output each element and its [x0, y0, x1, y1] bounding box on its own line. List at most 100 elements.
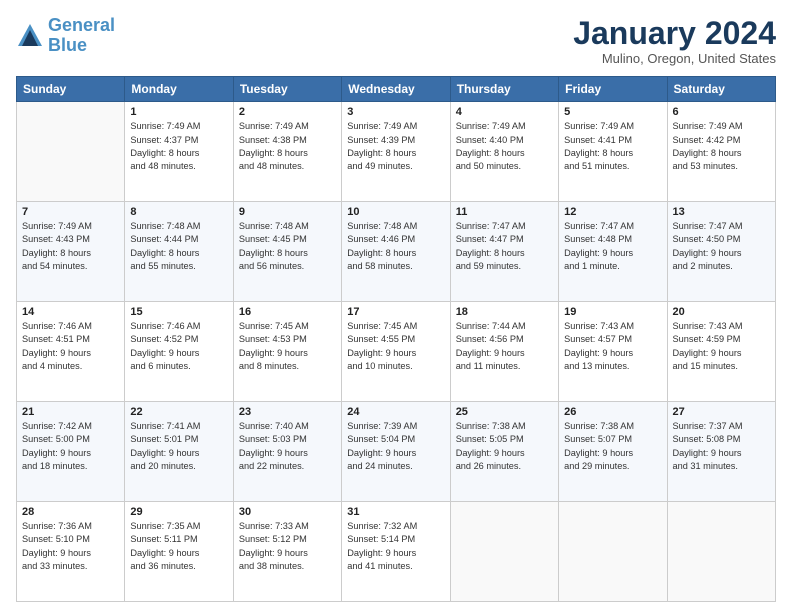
calendar-week-2: 7 Sunrise: 7:49 AMSunset: 4:43 PMDaylight…	[17, 202, 776, 302]
calendar-cell: 17 Sunrise: 7:45 AMSunset: 4:55 PMDayligh…	[342, 302, 450, 402]
logo-text: General Blue	[48, 16, 115, 56]
calendar-week-4: 21Sunrise: 7:42 AMSunset: 5:00 PMDayligh…	[17, 402, 776, 502]
day-info: Sunrise: 7:43 AMSunset: 4:59 PMDaylight:…	[673, 320, 770, 373]
day-number: 12	[564, 206, 661, 218]
day-number: 15	[130, 306, 227, 318]
day-info: Sunrise: 7:49 AMSunset: 4:40 PMDaylight:…	[456, 120, 553, 173]
day-header-monday: Monday	[125, 77, 233, 102]
calendar-cell: 30Sunrise: 7:33 AMSunset: 5:12 PMDayligh…	[233, 502, 341, 602]
logo-icon	[16, 22, 44, 50]
day-header-thursday: Thursday	[450, 77, 558, 102]
calendar-cell: 29Sunrise: 7:35 AMSunset: 5:11 PMDayligh…	[125, 502, 233, 602]
day-number: 17	[347, 306, 444, 318]
day-info: Sunrise: 7:36 AMSunset: 5:10 PMDaylight:…	[22, 520, 119, 573]
calendar-week-1: 1 Sunrise: 7:49 AMSunset: 4:37 PMDaylight…	[17, 102, 776, 202]
day-info: Sunrise: 7:48 AMSunset: 4:46 PMDaylight:…	[347, 220, 444, 273]
day-info: Sunrise: 7:47 AMSunset: 4:48 PMDaylight:…	[564, 220, 661, 273]
calendar-cell: 16 Sunrise: 7:45 AMSunset: 4:53 PMDayligh…	[233, 302, 341, 402]
day-number: 6	[673, 106, 770, 118]
day-info: Sunrise: 7:49 AMSunset: 4:38 PMDaylight:…	[239, 120, 336, 173]
day-info: Sunrise: 7:49 AMSunset: 4:39 PMDaylight:…	[347, 120, 444, 173]
day-info: Sunrise: 7:44 AMSunset: 4:56 PMDaylight:…	[456, 320, 553, 373]
page: General Blue January 2024 Mulino, Oregon…	[0, 0, 792, 612]
calendar-cell	[667, 502, 775, 602]
day-number: 5	[564, 106, 661, 118]
day-number: 27	[673, 406, 770, 418]
day-info: Sunrise: 7:46 AMSunset: 4:52 PMDaylight:…	[130, 320, 227, 373]
day-number: 10	[347, 206, 444, 218]
day-info: Sunrise: 7:49 AMSunset: 4:37 PMDaylight:…	[130, 120, 227, 173]
day-info: Sunrise: 7:46 AMSunset: 4:51 PMDaylight:…	[22, 320, 119, 373]
day-number: 3	[347, 106, 444, 118]
day-number: 7	[22, 206, 119, 218]
calendar-cell: 28 Sunrise: 7:36 AMSunset: 5:10 PMDayligh…	[17, 502, 125, 602]
day-number: 1	[130, 106, 227, 118]
day-info: Sunrise: 7:39 AMSunset: 5:04 PMDaylight:…	[347, 420, 444, 473]
day-info: Sunrise: 7:37 AMSunset: 5:08 PMDaylight:…	[673, 420, 770, 473]
day-info: Sunrise: 7:38 AMSunset: 5:07 PMDaylight:…	[564, 420, 661, 473]
day-info: Sunrise: 7:49 AMSunset: 4:43 PMDaylight:…	[22, 220, 119, 273]
day-info: Sunrise: 7:47 AMSunset: 4:47 PMDaylight:…	[456, 220, 553, 273]
calendar-cell	[450, 502, 558, 602]
day-number: 26	[564, 406, 661, 418]
calendar-cell: 9Sunrise: 7:48 AMSunset: 4:45 PMDaylight…	[233, 202, 341, 302]
calendar-cell: 15 Sunrise: 7:46 AMSunset: 4:52 PMDayligh…	[125, 302, 233, 402]
calendar-cell: 12 Sunrise: 7:47 AMSunset: 4:48 PMDayligh…	[559, 202, 667, 302]
day-header-friday: Friday	[559, 77, 667, 102]
day-number: 19	[564, 306, 661, 318]
day-info: Sunrise: 7:48 AMSunset: 4:45 PMDaylight:…	[239, 220, 336, 273]
calendar-cell: 4Sunrise: 7:49 AMSunset: 4:40 PMDaylight…	[450, 102, 558, 202]
day-info: Sunrise: 7:38 AMSunset: 5:05 PMDaylight:…	[456, 420, 553, 473]
header: General Blue January 2024 Mulino, Oregon…	[16, 16, 776, 66]
calendar-cell: 27 Sunrise: 7:37 AMSunset: 5:08 PMDayligh…	[667, 402, 775, 502]
day-header-sunday: Sunday	[17, 77, 125, 102]
logo-line2: Blue	[48, 35, 87, 55]
calendar-table: SundayMondayTuesdayWednesdayThursdayFrid…	[16, 76, 776, 602]
calendar-cell: 7 Sunrise: 7:49 AMSunset: 4:43 PMDaylight…	[17, 202, 125, 302]
day-number: 20	[673, 306, 770, 318]
calendar-cell: 13Sunrise: 7:47 AMSunset: 4:50 PMDayligh…	[667, 202, 775, 302]
calendar-cell	[559, 502, 667, 602]
calendar-cell: 8Sunrise: 7:48 AMSunset: 4:44 PMDaylight…	[125, 202, 233, 302]
calendar-cell: 11 Sunrise: 7:47 AMSunset: 4:47 PMDayligh…	[450, 202, 558, 302]
day-number: 16	[239, 306, 336, 318]
calendar-cell: 2 Sunrise: 7:49 AMSunset: 4:38 PMDaylight…	[233, 102, 341, 202]
calendar-week-3: 14 Sunrise: 7:46 AMSunset: 4:51 PMDayligh…	[17, 302, 776, 402]
calendar-cell: 31 Sunrise: 7:32 AMSunset: 5:14 PMDayligh…	[342, 502, 450, 602]
day-info: Sunrise: 7:40 AMSunset: 5:03 PMDaylight:…	[239, 420, 336, 473]
calendar-cell: 1 Sunrise: 7:49 AMSunset: 4:37 PMDaylight…	[125, 102, 233, 202]
calendar-cell: 10 Sunrise: 7:48 AMSunset: 4:46 PMDayligh…	[342, 202, 450, 302]
calendar-body: 1 Sunrise: 7:49 AMSunset: 4:37 PMDaylight…	[17, 102, 776, 602]
day-number: 18	[456, 306, 553, 318]
day-info: Sunrise: 7:49 AMSunset: 4:42 PMDaylight:…	[673, 120, 770, 173]
day-number: 22	[130, 406, 227, 418]
calendar-cell: 5 Sunrise: 7:49 AMSunset: 4:41 PMDaylight…	[559, 102, 667, 202]
calendar-cell: 21Sunrise: 7:42 AMSunset: 5:00 PMDayligh…	[17, 402, 125, 502]
header-row: SundayMondayTuesdayWednesdayThursdayFrid…	[17, 77, 776, 102]
day-number: 31	[347, 506, 444, 518]
day-info: Sunrise: 7:45 AMSunset: 4:53 PMDaylight:…	[239, 320, 336, 373]
day-info: Sunrise: 7:32 AMSunset: 5:14 PMDaylight:…	[347, 520, 444, 573]
calendar-cell: 25 Sunrise: 7:38 AMSunset: 5:05 PMDayligh…	[450, 402, 558, 502]
calendar-header: SundayMondayTuesdayWednesdayThursdayFrid…	[17, 77, 776, 102]
day-info: Sunrise: 7:47 AMSunset: 4:50 PMDaylight:…	[673, 220, 770, 273]
day-number: 29	[130, 506, 227, 518]
day-info: Sunrise: 7:33 AMSunset: 5:12 PMDaylight:…	[239, 520, 336, 573]
day-number: 14	[22, 306, 119, 318]
calendar-cell: 20 Sunrise: 7:43 AMSunset: 4:59 PMDayligh…	[667, 302, 775, 402]
day-header-wednesday: Wednesday	[342, 77, 450, 102]
day-header-saturday: Saturday	[667, 77, 775, 102]
day-info: Sunrise: 7:45 AMSunset: 4:55 PMDaylight:…	[347, 320, 444, 373]
day-number: 24	[347, 406, 444, 418]
day-number: 8	[130, 206, 227, 218]
location: Mulino, Oregon, United States	[573, 51, 776, 66]
day-number: 2	[239, 106, 336, 118]
day-number: 28	[22, 506, 119, 518]
day-info: Sunrise: 7:41 AMSunset: 5:01 PMDaylight:…	[130, 420, 227, 473]
day-info: Sunrise: 7:49 AMSunset: 4:41 PMDaylight:…	[564, 120, 661, 173]
day-info: Sunrise: 7:43 AMSunset: 4:57 PMDaylight:…	[564, 320, 661, 373]
day-number: 25	[456, 406, 553, 418]
logo: General Blue	[16, 16, 115, 56]
day-number: 11	[456, 206, 553, 218]
calendar-cell: 23Sunrise: 7:40 AMSunset: 5:03 PMDayligh…	[233, 402, 341, 502]
